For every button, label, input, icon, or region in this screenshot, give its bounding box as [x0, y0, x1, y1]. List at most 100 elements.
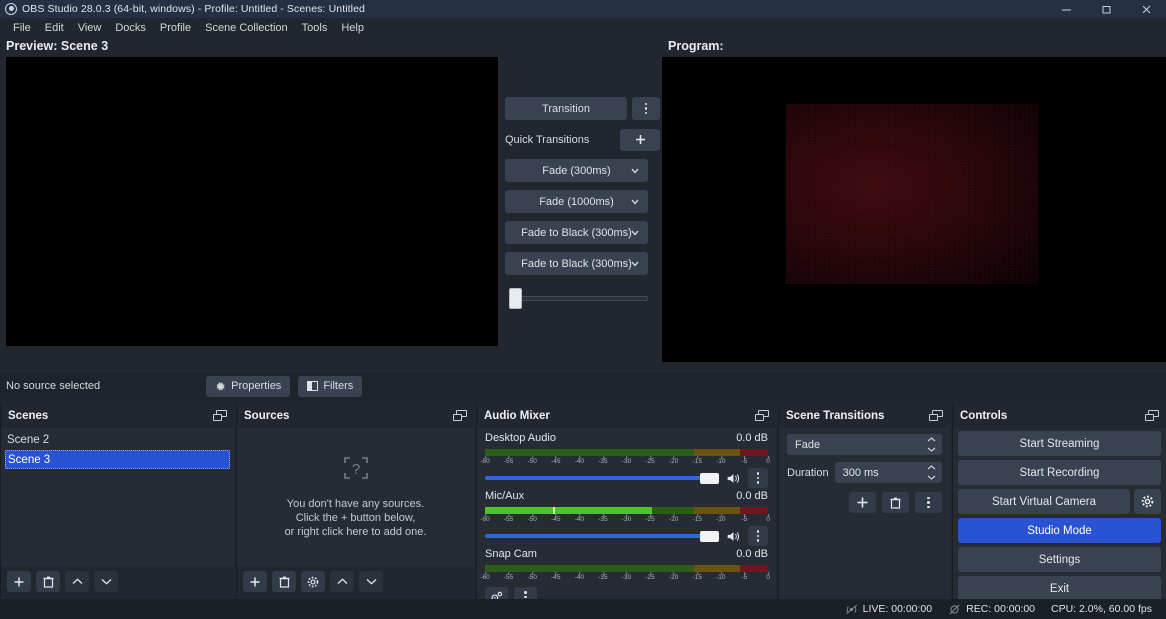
studio-mode-button[interactable]: Studio Mode [958, 518, 1161, 543]
remove-scene-button[interactable] [36, 571, 60, 592]
quick-transition-3[interactable]: Fade to Black (300ms) [505, 221, 648, 244]
transition-menu-button[interactable] [632, 97, 660, 120]
sources-list[interactable]: ? You don't have any sources. Click the … [237, 428, 474, 566]
add-scene-button[interactable] [7, 571, 31, 592]
minimize-icon[interactable] [1046, 0, 1086, 18]
scene-transitions-title-label: Scene Transitions [786, 410, 885, 422]
remove-source-button[interactable] [272, 571, 296, 592]
undock-icon[interactable] [755, 410, 769, 422]
audio-track-db: 0.0 dB [736, 548, 768, 560]
audio-meter-tick: -50 [527, 514, 537, 523]
record-off-icon [949, 603, 960, 615]
spinner-arrows-icon[interactable] [927, 437, 936, 452]
volume-slider[interactable] [485, 527, 719, 545]
speaker-icon[interactable] [726, 472, 741, 485]
source-properties-button[interactable] [301, 571, 325, 592]
volume-slider-knob[interactable] [700, 531, 719, 542]
audio-track-menu-button[interactable] [748, 468, 768, 488]
audio-meter-ticks: -60 -55 -50 -45 -40 -35 -30 -25 -20 -15 -10 -5 0 [480, 514, 770, 525]
undock-icon[interactable] [1145, 410, 1159, 422]
move-scene-down-button[interactable] [94, 571, 118, 592]
scenes-toolbar [1, 566, 234, 597]
scenes-dock: Scenes Scene 2 Scene 3 [0, 404, 234, 597]
t-bar-slider[interactable] [505, 287, 648, 309]
restore-icon[interactable] [1086, 0, 1126, 18]
scene-list-item-selected[interactable]: Scene 3 [5, 450, 230, 469]
undock-icon[interactable] [453, 410, 467, 422]
transition-button[interactable]: Transition [505, 97, 627, 120]
t-bar-handle[interactable] [509, 288, 522, 309]
studio-mode-transition-panel: Transition Quick Transitions Fade (300ms… [505, 97, 660, 309]
preview-canvas[interactable] [6, 57, 498, 346]
audio-meter-tick: -55 [503, 514, 514, 523]
volume-slider[interactable] [485, 469, 719, 487]
start-recording-button[interactable]: Start Recording [958, 460, 1161, 485]
plus-icon [14, 577, 24, 586]
transition-properties-button[interactable] [915, 492, 942, 513]
scene-list-item[interactable]: Scene 2 [1, 430, 234, 450]
transition-type-select[interactable]: Fade [787, 434, 942, 455]
audio-mixer-dock-title: Audio Mixer [477, 404, 776, 428]
audio-track-name: Desktop Audio [485, 432, 556, 444]
kebab-menu-icon [524, 591, 527, 599]
start-virtual-camera-button[interactable]: Start Virtual Camera [958, 489, 1130, 514]
scenes-list[interactable]: Scene 2 Scene 3 [1, 428, 234, 566]
menu-item-profile[interactable]: Profile [153, 20, 198, 36]
sources-toolbar [237, 566, 474, 597]
sources-empty-line-3: or right click here to add one. [284, 526, 427, 538]
audio-meter-tick: -20 [668, 514, 679, 523]
obs-studio-window: OBS Studio 28.0.3 (64-bit, windows) - Pr… [0, 0, 1166, 619]
audio-track-menu-button[interactable] [748, 526, 768, 546]
undock-icon[interactable] [213, 410, 227, 422]
menu-item-tools[interactable]: Tools [295, 20, 335, 36]
close-icon[interactable] [1126, 0, 1166, 18]
advanced-audio-properties-button[interactable] [485, 587, 508, 599]
quick-transition-1[interactable]: Fade (300ms) [505, 159, 648, 182]
move-source-up-button[interactable] [330, 571, 354, 592]
add-quick-transition-button[interactable] [620, 129, 660, 151]
settings-button[interactable]: Settings [958, 547, 1161, 572]
undock-icon[interactable] [929, 410, 943, 422]
duration-input[interactable]: 300 ms [834, 462, 942, 483]
chevron-up-icon [337, 578, 347, 585]
audio-meter-tick: -40 [574, 456, 585, 465]
audio-track-name: Mic/Aux [485, 490, 525, 502]
start-streaming-button[interactable]: Start Streaming [958, 431, 1161, 456]
virtual-camera-settings-button[interactable] [1134, 489, 1161, 514]
controls-dock: Controls Start Streaming Start Recording… [952, 404, 1166, 599]
program-canvas[interactable] [662, 57, 1166, 362]
volume-slider-knob[interactable] [700, 473, 719, 484]
quick-transition-4[interactable]: Fade to Black (300ms) [505, 252, 648, 275]
audio-track-db: 0.0 dB [736, 490, 768, 502]
audio-meter-tick: -30 [621, 572, 632, 581]
filters-button[interactable]: Filters [298, 375, 363, 397]
spinner-arrows-icon[interactable] [927, 465, 936, 480]
add-transition-button[interactable] [849, 492, 876, 513]
kebab-menu-icon [927, 496, 930, 509]
scenes-title-label: Scenes [8, 410, 49, 422]
speaker-icon[interactable] [726, 530, 741, 543]
canvas-area: Transition Quick Transitions Fade (300ms… [0, 57, 1166, 369]
controls-dock-title: Controls [953, 404, 1166, 428]
exit-button[interactable]: Exit [958, 576, 1161, 599]
audio-mixer-menu-button[interactable] [514, 587, 537, 599]
audio-meter-tick: -10 [716, 456, 726, 465]
menu-item-help[interactable]: Help [334, 20, 371, 36]
add-source-button[interactable] [243, 571, 267, 592]
menu-item-view[interactable]: View [71, 20, 109, 36]
trash-icon [43, 576, 53, 588]
properties-button[interactable]: Properties [206, 375, 291, 397]
menu-item-file[interactable]: File [6, 20, 38, 36]
move-scene-up-button[interactable] [65, 571, 89, 592]
audio-meter-tick: -20 [668, 572, 679, 581]
audio-meter-tick: -40 [574, 572, 585, 581]
chevron-down-icon [631, 168, 639, 176]
quick-transition-2[interactable]: Fade (1000ms) [505, 190, 648, 213]
svg-text:?: ? [351, 461, 359, 478]
menu-item-docks[interactable]: Docks [108, 20, 153, 36]
remove-transition-button[interactable] [882, 492, 909, 513]
menu-item-scene-collection[interactable]: Scene Collection [198, 20, 295, 36]
audio-meter-tick: -55 [503, 456, 514, 465]
menu-item-edit[interactable]: Edit [38, 20, 71, 36]
move-source-down-button[interactable] [359, 571, 383, 592]
